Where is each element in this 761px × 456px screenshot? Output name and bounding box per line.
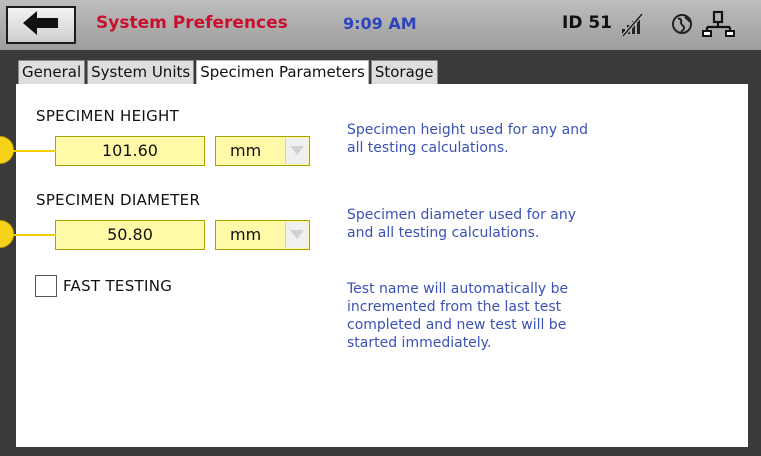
- page-title: System Preferences: [96, 13, 288, 33]
- chevron-down-icon: [285, 222, 308, 248]
- fast-testing-description: Test name will automatically be incremen…: [347, 281, 569, 351]
- specimen-diameter-description: Specimen diameter used for any and all t…: [347, 207, 577, 241]
- tab-storage[interactable]: Storage: [370, 60, 438, 85]
- tab-bar: General System Units Specimen Parameters…: [18, 60, 440, 85]
- clock-time: 9:09 AM: [343, 14, 417, 33]
- globe-icon: [670, 10, 696, 42]
- tab-general[interactable]: General: [18, 60, 86, 85]
- network-icon: [702, 10, 736, 42]
- specimen-diameter-label: SPECIMEN DIAMETER: [36, 191, 201, 209]
- back-button[interactable]: [6, 6, 76, 44]
- user-id-label: ID 51: [562, 13, 613, 33]
- settings-panel: SPECIMEN HEIGHT 101.60 mm Specimen heigh…: [16, 84, 748, 447]
- specimen-height-description: Specimen height used for any and all tes…: [347, 122, 588, 156]
- specimen-height-label: SPECIMEN HEIGHT: [36, 107, 180, 125]
- fast-testing-checkbox[interactable]: [35, 275, 57, 297]
- specimen-height-unit-select[interactable]: mm: [215, 136, 310, 166]
- callout-line-diameter: [12, 234, 56, 236]
- tab-system-units[interactable]: System Units: [87, 60, 195, 85]
- specimen-height-input[interactable]: 101.60: [55, 136, 205, 166]
- no-signal-icon: [620, 10, 646, 42]
- specimen-diameter-input[interactable]: 50.80: [55, 220, 205, 250]
- specimen-diameter-unit-select[interactable]: mm: [215, 220, 310, 250]
- title-bar: System Preferences 9:09 AM ID 51: [0, 0, 761, 50]
- callout-line-height: [12, 150, 56, 152]
- chevron-down-icon: [285, 138, 308, 164]
- tab-specimen-parameters[interactable]: Specimen Parameters: [196, 60, 369, 85]
- specimen-height-unit-value: mm: [230, 141, 262, 160]
- specimen-diameter-unit-value: mm: [230, 225, 262, 244]
- fast-testing-label: FAST TESTING: [63, 277, 173, 295]
- back-arrow-icon: [22, 10, 60, 40]
